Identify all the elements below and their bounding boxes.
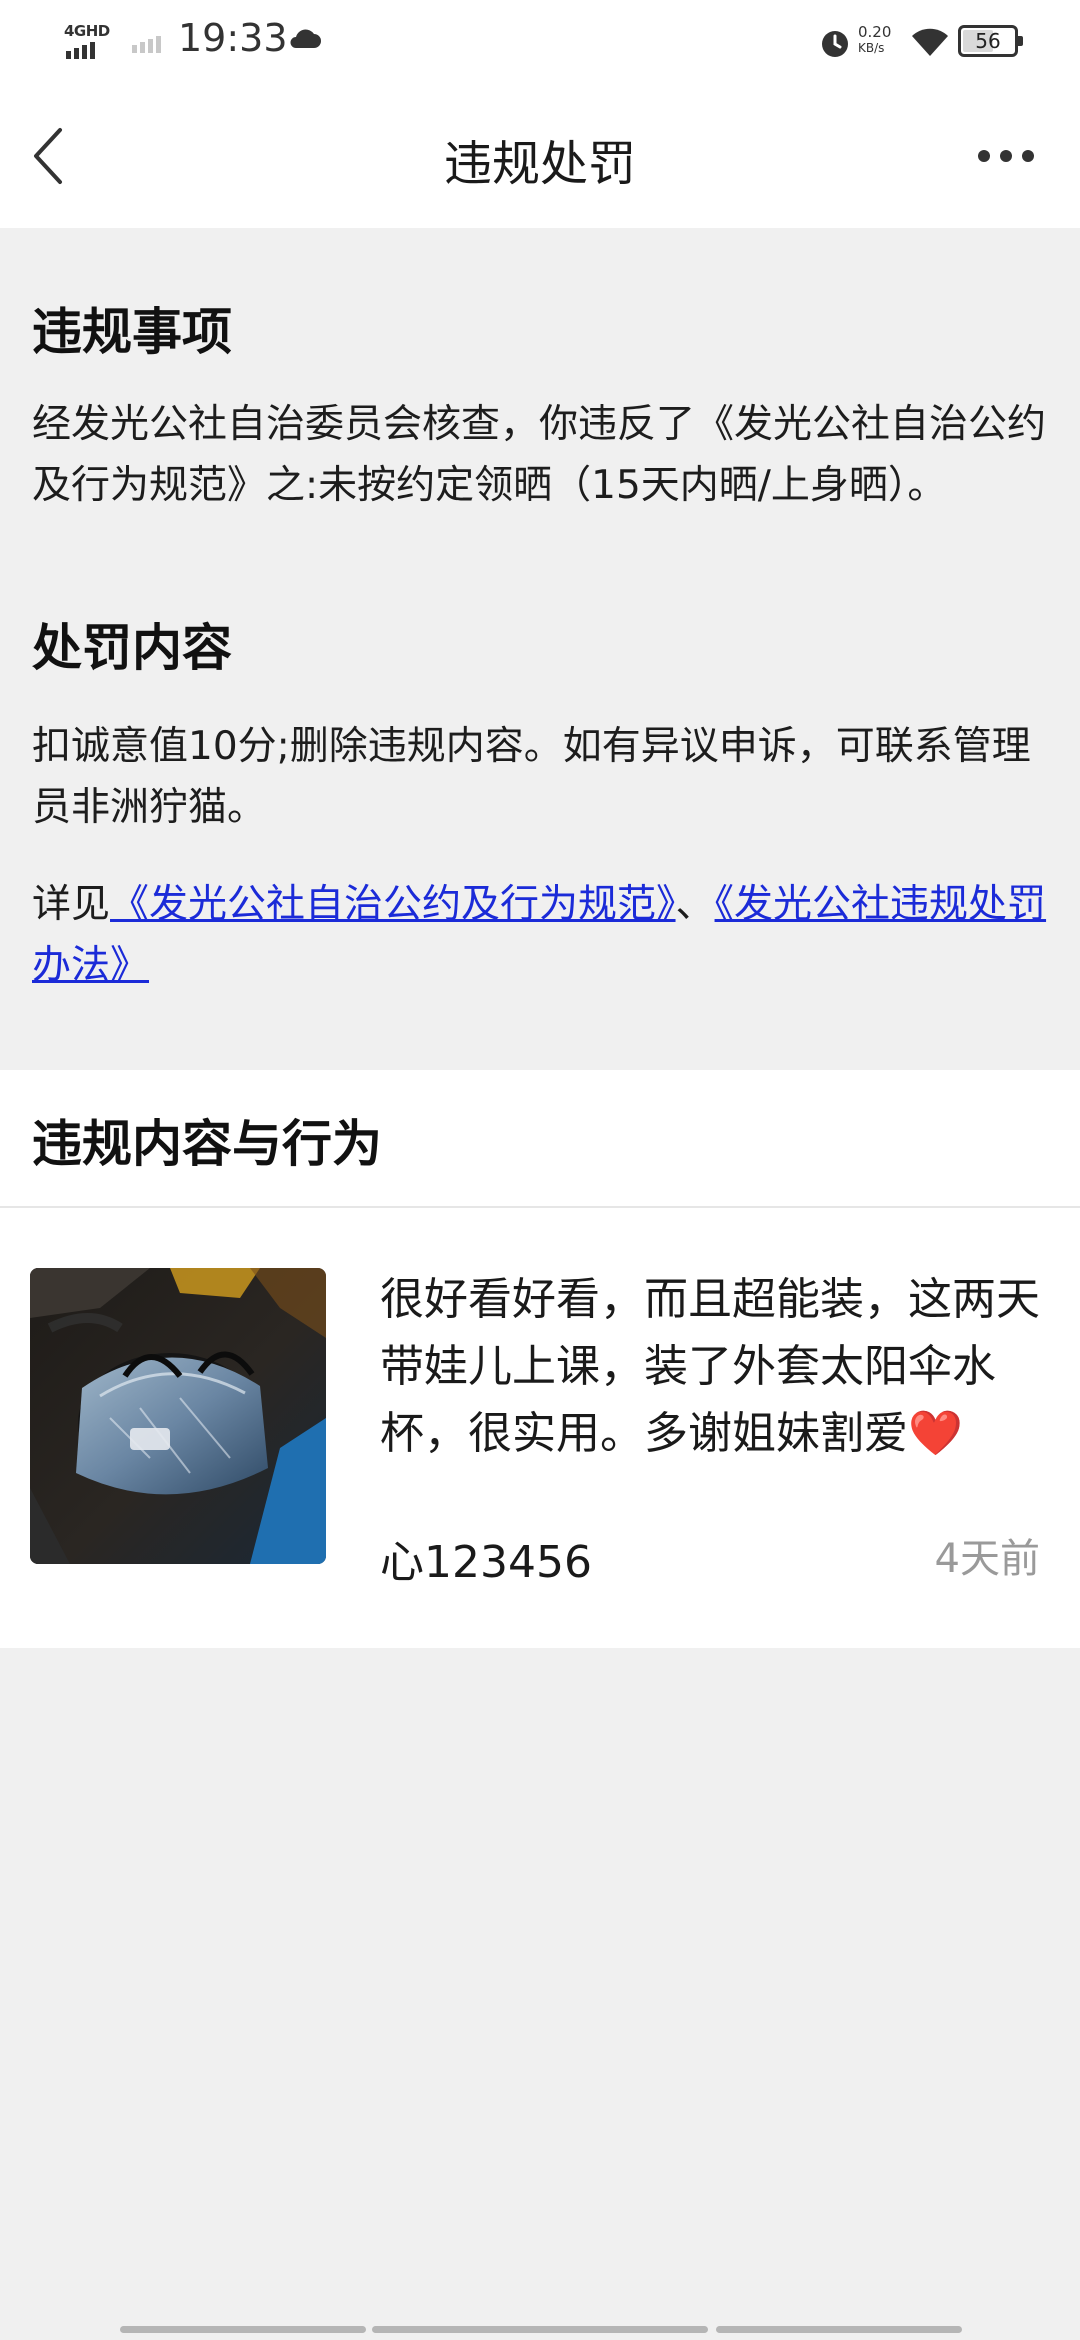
violation-section: 违规事项 经发光公社自治委员会核查，你违反了《发光公社自治公约及行为规范》之:未…: [0, 228, 1080, 1070]
gesture-bar-center: [372, 2326, 708, 2333]
post-time: 4天前: [934, 1536, 1040, 1582]
violation-heading: 违规事项: [32, 303, 232, 361]
battery-level: 56: [975, 29, 1001, 53]
post-image[interactable]: [30, 1268, 326, 1564]
post-username: 心123456: [380, 1537, 592, 1588]
convention-link[interactable]: 《发光公社自治公约及行为规范》: [110, 882, 676, 927]
page-title: 违规处罚: [443, 136, 636, 192]
status-bar: 4GHD 19:33 0.20 KB/s 56: [0, 0, 1080, 84]
status-time: 19:33: [178, 16, 288, 60]
speed-value: 0.20: [858, 23, 892, 41]
speed-unit: KB/s: [858, 41, 885, 55]
nav-bar: 违规处罚: [0, 84, 1080, 228]
battery-icon: 56: [958, 25, 1023, 57]
network-type: 4GHD: [64, 22, 110, 40]
network-speed: 0.20 KB/s: [858, 24, 891, 56]
gesture-bar-left: [120, 2326, 366, 2333]
cloud-icon: [290, 29, 321, 48]
divider: [0, 1206, 1080, 1208]
reference-links: 详见《发光公社自治公约及行为规范》、《发光公社违规处罚办法》: [32, 874, 1052, 996]
cellular-signal-icon: 4GHD: [60, 22, 116, 60]
link-separator: 、: [675, 882, 715, 927]
wifi-icon: [912, 28, 948, 56]
more-options-icon[interactable]: [978, 144, 1034, 168]
penalty-text: 扣诚意值10分;删除违规内容。如有异议申诉，可联系管理员非洲狞猫。: [32, 724, 1031, 830]
violation-text: 经发光公社自治委员会核查，你违反了《发光公社自治公约及行为规范》之:未按约定领晒…: [32, 402, 1047, 508]
reference-prefix: 详见: [32, 882, 111, 927]
penalty-heading: 处罚内容: [32, 619, 232, 677]
gesture-bar-right: [716, 2326, 962, 2333]
violation-content-section: 违规内容与行为 很好看好看，而且超能装，这两天带娃儿上课，装了外套太阳伞水杯，很…: [0, 1070, 1080, 1648]
heart-emoji-icon: ❤️: [908, 1408, 963, 1459]
content-heading: 违规内容与行为: [32, 1115, 382, 1173]
post-text[interactable]: 很好看好看，而且超能装，这两天带娃儿上课，装了外套太阳伞水杯，很实用。多谢姐妹割…: [380, 1266, 1040, 1467]
alarm-icon: [822, 31, 848, 57]
secondary-signal-icon: [132, 36, 161, 53]
